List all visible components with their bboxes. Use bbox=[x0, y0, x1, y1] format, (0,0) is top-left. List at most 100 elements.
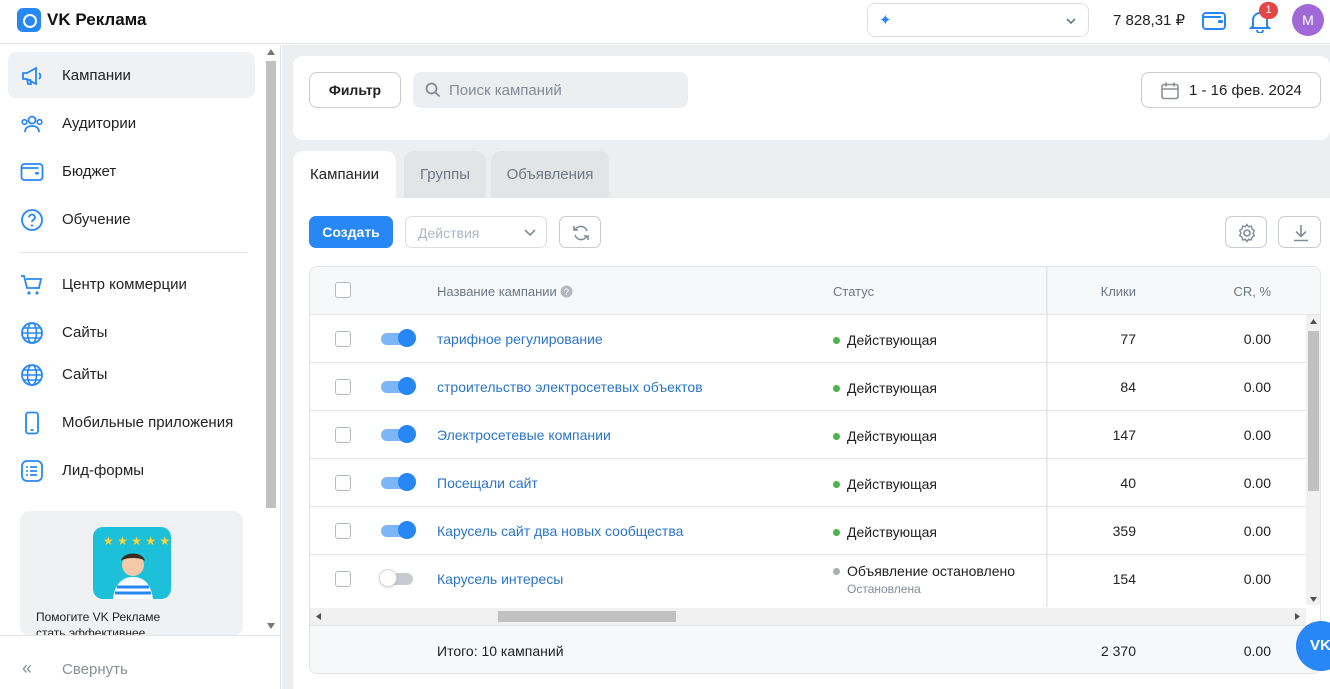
row-checkbox[interactable] bbox=[335, 427, 351, 443]
svg-text:★ ★ ★ ★ ★: ★ ★ ★ ★ ★ bbox=[103, 534, 170, 548]
campaign-toggle[interactable] bbox=[379, 569, 417, 587]
campaign-name-link[interactable]: Электросетевые компании bbox=[437, 427, 611, 443]
sidebar-item-sites[interactable]: Сайты bbox=[8, 309, 255, 355]
sidebar-item-label: Аудитории bbox=[62, 115, 137, 132]
table-row[interactable]: Карусель сайт два новых сообщества Дейст… bbox=[310, 507, 1306, 555]
chevron-down-icon bbox=[1066, 18, 1076, 25]
refresh-button[interactable] bbox=[559, 216, 601, 248]
promo-card[interactable]: ★ ★ ★ ★ ★ Помогите VK Рекламе стать эффе… bbox=[20, 511, 243, 636]
vk-ads-logo-icon bbox=[17, 8, 41, 32]
campaign-name-link[interactable]: строительство электросетевых объектов bbox=[437, 379, 703, 395]
campaign-toggle[interactable] bbox=[381, 425, 417, 443]
sidebar-item-commerce-center[interactable]: Центр коммерции bbox=[8, 261, 255, 307]
tab-ads[interactable]: Объявления bbox=[491, 151, 609, 198]
filter-bar: Фильтр Поиск кампаний 1 - 16 фев. 2024 bbox=[293, 56, 1330, 140]
account-selector[interactable]: ✦ bbox=[867, 3, 1089, 37]
table-vertical-scroll-thumb[interactable] bbox=[1308, 331, 1319, 491]
sidebar-divider bbox=[20, 252, 247, 253]
campaign-name-link[interactable]: тарифное регулирование bbox=[437, 331, 603, 347]
total-label: Итого: 10 кампаний bbox=[437, 643, 564, 659]
campaign-name-link[interactable]: Карусель интересы bbox=[437, 571, 563, 587]
row-checkbox[interactable] bbox=[335, 379, 351, 395]
total-cr: 0.00 bbox=[1243, 643, 1271, 659]
top-bar: VK Реклама ✦ 7 828,31 ₽ 1 M bbox=[0, 0, 1330, 44]
sidebar-item-mobile-apps[interactable]: Мобильные приложения bbox=[8, 399, 255, 445]
status-dot-icon bbox=[833, 481, 840, 488]
sidebar-item-label: Бюджет bbox=[62, 163, 117, 180]
sidebar-scroll-thumb[interactable] bbox=[266, 61, 276, 508]
sidebar-item-lead-forms[interactable]: Лид-формы bbox=[8, 447, 255, 493]
row-checkbox[interactable] bbox=[335, 331, 351, 347]
table-row[interactable]: Электросетевые компании Действующая 147 … bbox=[310, 411, 1306, 459]
clicks-value: 84 bbox=[1120, 379, 1136, 395]
table-row[interactable]: тарифное регулирование Действующая 77 0.… bbox=[310, 315, 1306, 363]
collapse-sidebar-button[interactable]: « Свернуть bbox=[0, 635, 281, 689]
sidebar-item-label: Обучение bbox=[62, 211, 131, 228]
download-button[interactable] bbox=[1278, 216, 1321, 248]
scroll-right-icon[interactable] bbox=[1295, 613, 1300, 620]
user-avatar[interactable]: M bbox=[1292, 4, 1324, 36]
sidebar-item-budget[interactable]: Бюджет bbox=[8, 148, 255, 194]
column-header-clicks[interactable]: Клики bbox=[1098, 284, 1136, 299]
campaign-toggle[interactable] bbox=[381, 329, 417, 347]
sidebar-item-label: Кампании bbox=[62, 67, 131, 84]
sidebar-item-audiences[interactable]: Аудитории bbox=[8, 100, 255, 146]
campaign-status: Действующая bbox=[833, 476, 937, 492]
campaign-name-link[interactable]: Посещали сайт bbox=[437, 475, 538, 491]
row-checkbox[interactable] bbox=[335, 523, 351, 539]
scroll-up-icon[interactable] bbox=[1310, 319, 1317, 324]
wallet-icon bbox=[20, 163, 44, 181]
scroll-left-icon[interactable] bbox=[316, 613, 321, 620]
table-row[interactable]: Карусель интересы Объявление остановлено… bbox=[310, 555, 1306, 603]
download-icon bbox=[1294, 225, 1308, 242]
column-header-status[interactable]: Статус bbox=[833, 284, 874, 299]
table-horizontal-scrollbar[interactable] bbox=[310, 608, 1306, 625]
row-checkbox[interactable] bbox=[335, 571, 351, 587]
date-range-text: 1 - 16 фев. 2024 bbox=[1189, 82, 1302, 99]
search-input[interactable]: Поиск кампаний bbox=[413, 72, 688, 108]
column-name-label: Название кампании bbox=[437, 284, 557, 299]
table-settings-button[interactable] bbox=[1225, 216, 1267, 248]
campaign-toggle[interactable] bbox=[381, 377, 417, 395]
table-row[interactable]: строительство электросетевых объектов Де… bbox=[310, 363, 1306, 411]
users-icon bbox=[21, 115, 43, 133]
cr-value: 0.00 bbox=[1243, 331, 1271, 347]
scroll-down-icon[interactable] bbox=[1310, 597, 1317, 602]
column-header-name[interactable]: Название кампании ? bbox=[437, 284, 573, 299]
table-horizontal-scroll-thumb[interactable] bbox=[498, 611, 676, 622]
actions-dropdown[interactable]: Действия bbox=[405, 216, 547, 248]
toggle-knob bbox=[398, 425, 416, 443]
campaign-name-link[interactable]: Карусель сайт два новых сообщества bbox=[437, 523, 683, 539]
sidebar-scrollbar[interactable] bbox=[265, 45, 277, 635]
select-all-checkbox[interactable] bbox=[335, 282, 351, 298]
sidebar-item-label: Центр коммерции bbox=[62, 276, 187, 293]
campaign-toggle[interactable] bbox=[381, 473, 417, 491]
status-text: Действующая bbox=[847, 524, 938, 540]
sidebar-item-campaigns[interactable]: Кампании bbox=[8, 52, 255, 98]
filter-button[interactable]: Фильтр bbox=[309, 72, 401, 108]
sidebar-item-learning[interactable]: Обучение bbox=[8, 196, 255, 242]
table-footer: Итого: 10 кампаний 2 370 0.00 bbox=[310, 625, 1320, 673]
toggle-knob bbox=[398, 329, 416, 347]
campaign-status: Действующая bbox=[833, 332, 937, 348]
help-icon[interactable]: ? bbox=[560, 285, 573, 298]
sidebar-item-sites-2[interactable]: Сайты bbox=[8, 351, 255, 397]
app-logo[interactable]: VK Реклама bbox=[17, 8, 147, 32]
sidebar-item-label: Лид-формы bbox=[62, 462, 145, 479]
table-row[interactable]: Посещали сайт Действующая 40 0.00 bbox=[310, 459, 1306, 507]
column-header-cr[interactable]: CR, % bbox=[1216, 284, 1271, 299]
table-vertical-scrollbar[interactable] bbox=[1306, 315, 1320, 605]
main-content: Фильтр Поиск кампаний 1 - 16 фев. 2024 К… bbox=[282, 45, 1330, 689]
scroll-down-icon[interactable] bbox=[267, 623, 275, 629]
campaigns-table: Название кампании ? Статус Клики CR, % т… bbox=[309, 266, 1321, 674]
date-range-picker[interactable]: 1 - 16 фев. 2024 bbox=[1141, 72, 1321, 108]
wallet-icon[interactable] bbox=[1201, 9, 1227, 33]
frozen-column-divider bbox=[1046, 267, 1048, 607]
campaign-toggle[interactable] bbox=[381, 521, 417, 539]
tab-groups[interactable]: Группы bbox=[404, 151, 486, 198]
scroll-up-icon[interactable] bbox=[267, 49, 275, 55]
tab-campaigns[interactable]: Кампании bbox=[293, 151, 396, 198]
create-button[interactable]: Создать bbox=[309, 216, 393, 248]
balance-amount[interactable]: 7 828,31 ₽ bbox=[1113, 11, 1185, 29]
row-checkbox[interactable] bbox=[335, 475, 351, 491]
